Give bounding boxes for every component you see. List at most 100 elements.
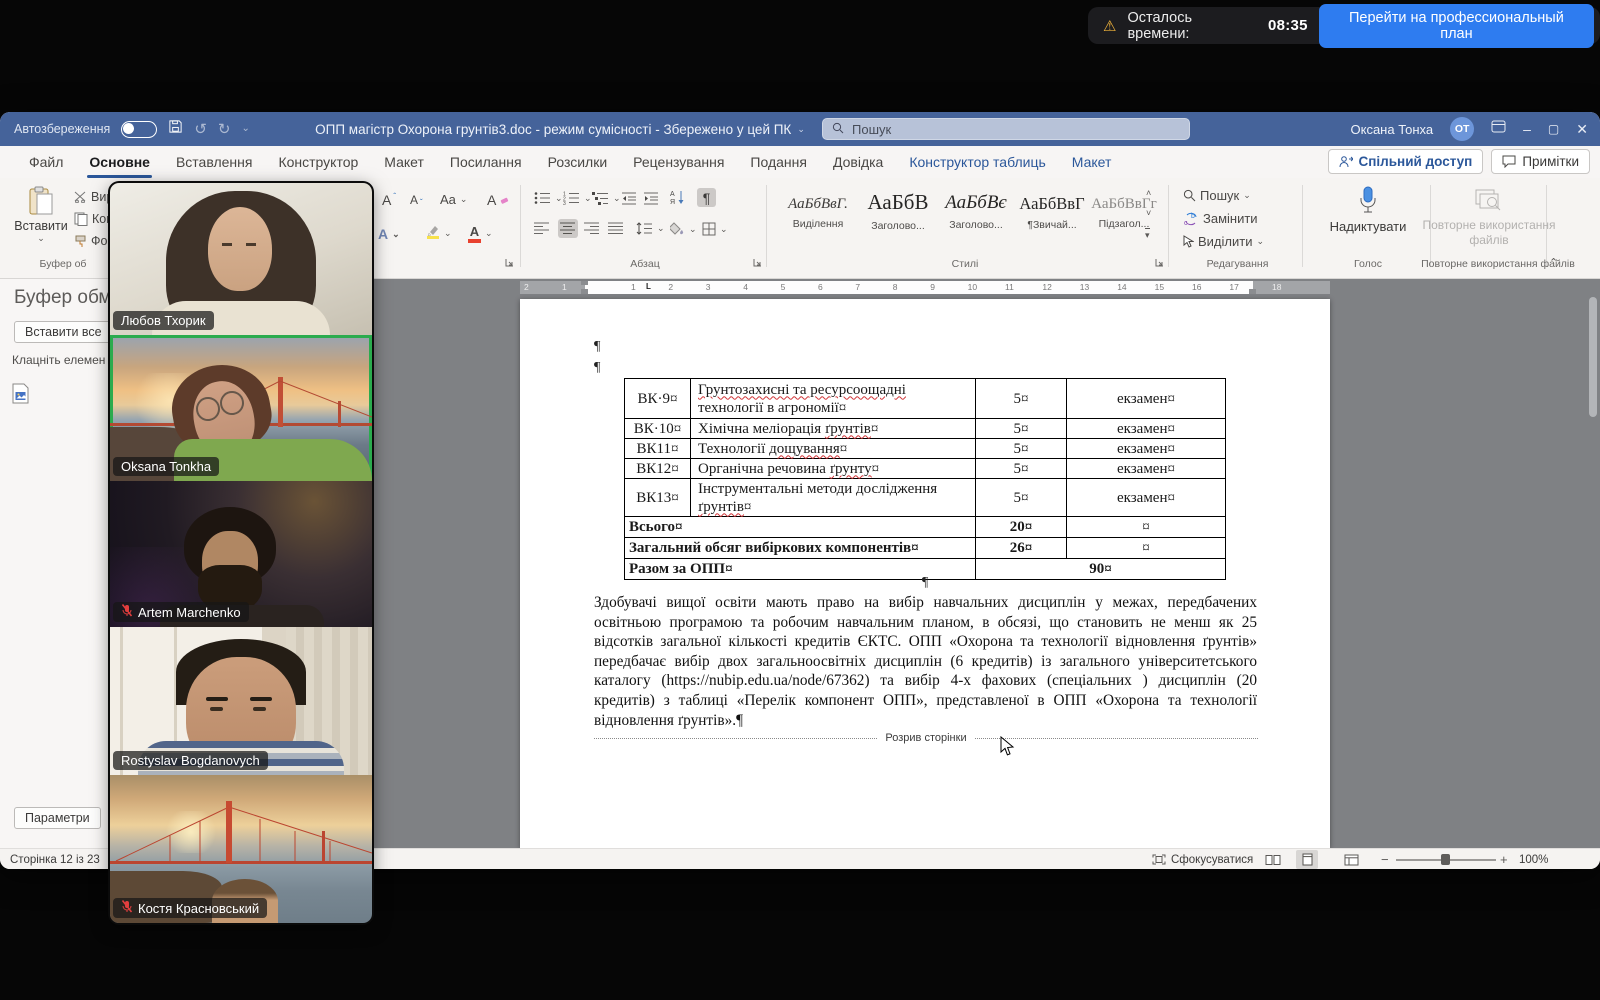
- format-painter-icon: [74, 235, 87, 248]
- share-button[interactable]: Спільний доступ: [1328, 149, 1484, 174]
- tab-help[interactable]: Довідка: [820, 146, 896, 178]
- tab-table-layout[interactable]: Макет: [1059, 146, 1125, 178]
- style-heading1[interactable]: АаБбВ Заголово...: [860, 188, 936, 250]
- styles-gallery-expand[interactable]: ▾: [1145, 228, 1150, 241]
- paragraph-dialog-launcher[interactable]: [753, 254, 762, 272]
- zoom-in-button[interactable]: +: [1500, 849, 1508, 869]
- shading-button[interactable]: ⌄: [670, 222, 697, 236]
- styles-scroll-down[interactable]: ˅: [1146, 208, 1151, 218]
- highlight-color-button[interactable]: ⌄: [426, 224, 452, 242]
- tab-file[interactable]: Файл: [16, 146, 76, 178]
- shrink-font-button[interactable]: Аˇ: [410, 192, 423, 207]
- tab-insert[interactable]: Вставлення: [163, 146, 266, 178]
- document-page[interactable]: ¶ ¶ ВК·9¤ Грунтозахисні та ресурсоощадні…: [520, 299, 1330, 848]
- vertical-scrollbar[interactable]: [1589, 287, 1597, 837]
- find-button[interactable]: Пошук⌄: [1183, 188, 1251, 203]
- opp-components-table[interactable]: ВК·9¤ Грунтозахисні та ресурсоощадні тех…: [624, 378, 1226, 580]
- show-formatting-marks-button[interactable]: ¶: [697, 188, 716, 207]
- time-remaining-value: 08:35: [1268, 17, 1308, 34]
- page-indicator[interactable]: Сторінка 12 із 23: [10, 849, 100, 869]
- justify-button[interactable]: [608, 222, 624, 235]
- tab-layout[interactable]: Макет: [371, 146, 437, 178]
- user-name[interactable]: Оксана Тонха: [1351, 122, 1434, 137]
- tab-mailings[interactable]: Розсилки: [535, 146, 621, 178]
- close-button[interactable]: ✕: [1576, 122, 1588, 136]
- document-paragraph[interactable]: Здобувачі вищої освіти мають право на ви…: [594, 593, 1257, 730]
- tab-design[interactable]: Конструктор: [265, 146, 371, 178]
- align-left-button[interactable]: [534, 222, 550, 235]
- tab-review[interactable]: Рецензування: [620, 146, 737, 178]
- ruler-number: 13: [1080, 282, 1089, 293]
- zoom-out-button[interactable]: −: [1381, 849, 1389, 869]
- paste-all-button[interactable]: Вставити все: [14, 321, 113, 343]
- align-right-button[interactable]: [584, 222, 600, 235]
- sort-button[interactable]: АЯ: [670, 189, 685, 205]
- ruler[interactable]: 21123456789101112131415161718 L: [520, 281, 1330, 294]
- save-icon[interactable]: [168, 119, 183, 139]
- multilevel-list-button[interactable]: ⌄: [592, 191, 621, 205]
- font-color-button[interactable]: А ⌄: [468, 224, 493, 243]
- style-heading2[interactable]: АаБбВє Заголово...: [938, 188, 1014, 250]
- autosave-toggle[interactable]: [121, 121, 157, 138]
- maximize-button[interactable]: ▢: [1548, 123, 1559, 135]
- font-dialog-launcher[interactable]: [505, 254, 514, 272]
- ribbon-display-options-icon[interactable]: [1491, 120, 1506, 138]
- undo-icon[interactable]: ↺: [194, 122, 207, 137]
- right-indent-marker[interactable]: [1249, 289, 1256, 294]
- participant-tile[interactable]: Rostyslav Bogdanovych: [110, 627, 372, 775]
- zoom-level[interactable]: 100%: [1519, 849, 1548, 869]
- zoom-slider[interactable]: [1396, 849, 1496, 869]
- styles-scroll-up[interactable]: ˄: [1146, 188, 1151, 198]
- format-painter-button[interactable]: Фор: [74, 234, 114, 248]
- grow-font-button[interactable]: Аˆ: [382, 192, 396, 208]
- decrease-indent-button[interactable]: [622, 191, 637, 205]
- bullet-list-button[interactable]: ⌄: [534, 191, 563, 205]
- change-case-button[interactable]: Aa⌄: [440, 192, 467, 207]
- participant-tile[interactable]: Любов Тхорик: [110, 183, 372, 335]
- tab-table-design[interactable]: Конструктор таблиць: [896, 146, 1058, 178]
- title-chevron-icon[interactable]: ⌄: [797, 124, 805, 135]
- reuse-group-label: Повторне використання файлів: [1408, 258, 1588, 270]
- quick-access-chevron-icon[interactable]: ⌄: [241, 124, 249, 134]
- align-center-button[interactable]: [558, 219, 578, 238]
- numbered-list-button[interactable]: 123⌄: [563, 191, 592, 205]
- redo-icon[interactable]: ↻: [218, 122, 231, 137]
- text-effects-button[interactable]: А⌄: [378, 226, 400, 242]
- participant-tile[interactable]: Oksana Tonkha: [110, 335, 372, 481]
- first-line-indent-marker[interactable]: [581, 281, 588, 285]
- style-normal[interactable]: АаБбВвГ ¶Звичай...: [1014, 188, 1090, 250]
- participant-tile[interactable]: Artem Marchenko: [110, 481, 372, 627]
- minimize-button[interactable]: –: [1523, 122, 1531, 136]
- left-indent-marker[interactable]: [581, 289, 588, 294]
- replace-button[interactable]: bc Замінити: [1183, 211, 1258, 226]
- tab-stop-marker[interactable]: L: [646, 282, 651, 291]
- cut-button[interactable]: Вир: [74, 190, 113, 204]
- read-mode-button[interactable]: [1262, 849, 1284, 869]
- paste-button[interactable]: Вставити ⌄: [12, 186, 70, 244]
- styles-dialog-launcher[interactable]: [1155, 254, 1164, 272]
- tab-view[interactable]: Подання: [737, 146, 820, 178]
- search-input[interactable]: Пошук: [822, 118, 1190, 140]
- tab-references[interactable]: Посилання: [437, 146, 535, 178]
- style-emphasis[interactable]: АаБбВвГ. Виділення: [780, 188, 856, 250]
- participant-tile[interactable]: Костя Красновський: [110, 775, 372, 923]
- clipboard-item-image-icon[interactable]: [12, 383, 31, 409]
- increase-indent-button[interactable]: [644, 191, 659, 205]
- options-button[interactable]: Параметри: [14, 807, 101, 829]
- upgrade-plan-button[interactable]: Перейти на профессиональный план: [1319, 4, 1594, 48]
- copy-button[interactable]: Коп: [74, 212, 113, 226]
- avatar[interactable]: ОТ: [1450, 117, 1474, 141]
- ruler-number: 10: [968, 282, 977, 293]
- borders-button[interactable]: ⌄: [702, 222, 728, 236]
- print-layout-button[interactable]: [1296, 849, 1318, 869]
- comments-button[interactable]: Примітки: [1491, 149, 1590, 174]
- collapse-ribbon-button[interactable]: ⌃: [1549, 256, 1558, 269]
- zoom-slider-handle[interactable]: [1441, 854, 1450, 865]
- focus-button[interactable]: Сфокусуватися: [1152, 849, 1253, 869]
- select-button[interactable]: Виділити⌄: [1183, 234, 1264, 249]
- line-spacing-button[interactable]: ⌄: [636, 222, 665, 235]
- clear-formatting-button[interactable]: А: [487, 192, 509, 208]
- tab-home[interactable]: Основне: [76, 146, 163, 178]
- dictate-button[interactable]: Надиктувати: [1312, 186, 1424, 234]
- web-layout-button[interactable]: [1340, 849, 1362, 869]
